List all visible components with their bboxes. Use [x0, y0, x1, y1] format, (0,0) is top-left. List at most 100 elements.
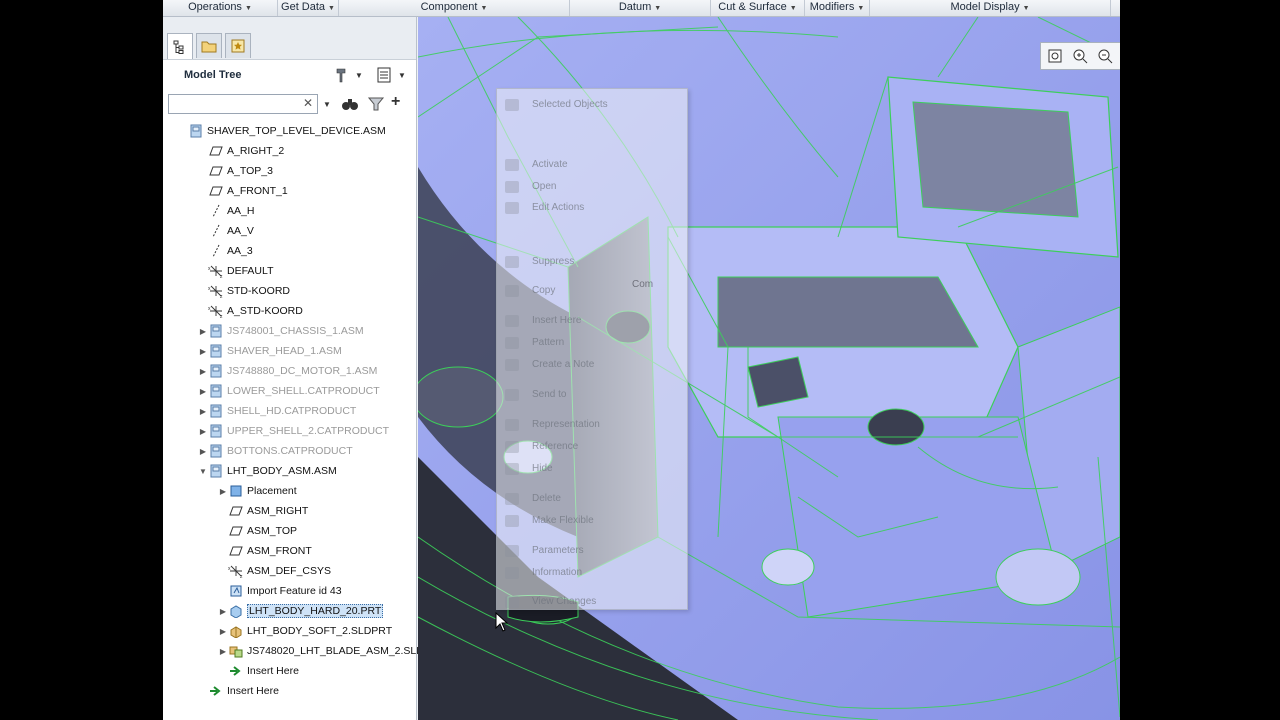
tree-item[interactable]: SHAVER_TOP_LEVEL_DEVICE.ASM — [178, 121, 386, 141]
expand-toggle-icon[interactable]: ▶ — [198, 347, 208, 356]
context-menu-item[interactable]: Selected Objects — [532, 99, 608, 110]
tree-show-button[interactable]: ▼ — [376, 64, 406, 86]
context-menu-item[interactable]: Copy — [532, 285, 555, 296]
context-menu-item[interactable]: Make Flexible — [532, 515, 594, 526]
tree-item-label: Insert Here — [247, 665, 299, 677]
context-menu-item[interactable]: Reference — [532, 441, 578, 452]
tree-item[interactable]: ▶ JS748020_LHT_BLADE_ASM_2.SLDASM — [218, 641, 447, 661]
refit-button[interactable] — [1043, 45, 1067, 67]
expand-toggle-icon[interactable]: ▶ — [218, 607, 228, 616]
assembly-icon — [208, 424, 224, 438]
tree-item[interactable]: ▶ LHT_BODY_HARD_20.PRT — [218, 601, 384, 621]
ribbon-group-cut-surface[interactable]: Cut & Surface ▼ — [711, 0, 805, 16]
tree-item[interactable]: x z ASM_DEF_CSYS — [218, 561, 331, 581]
chevron-down-icon: ▼ — [244, 5, 252, 12]
model-tree-title: Model Tree — [184, 69, 242, 81]
expand-toggle-icon[interactable]: ▶ — [198, 427, 208, 436]
tree-item[interactable]: AA_H — [198, 201, 254, 221]
tree-item[interactable]: AA_3 — [198, 241, 253, 261]
context-menu-item[interactable]: Insert Here — [532, 315, 581, 326]
tree-item[interactable]: Import Feature id 43 — [218, 581, 342, 601]
tree-item[interactable]: ▶ UPPER_SHELL_2.CATPRODUCT — [198, 421, 389, 441]
context-menu-item[interactable]: Suppress — [532, 256, 574, 267]
ribbon-group-component[interactable]: Component ▼ — [339, 0, 570, 16]
repaint-button[interactable] — [1118, 45, 1120, 67]
zoom-in-icon — [1073, 49, 1088, 64]
context-menu-item[interactable]: Create a Note — [532, 359, 594, 370]
ribbon-group-label: Datum — [618, 1, 652, 13]
ribbon-group-datum[interactable]: Datum ▼ — [570, 0, 711, 16]
context-menu-item-icon — [505, 359, 519, 371]
zoom-in-button[interactable] — [1068, 45, 1092, 67]
tree-search-input[interactable] — [168, 94, 318, 114]
tree-item[interactable]: ▶ SHAVER_HEAD_1.ASM — [198, 341, 342, 361]
tree-item[interactable]: ASM_FRONT — [218, 541, 312, 561]
tree-item-label: LOWER_SHELL.CATPRODUCT — [227, 385, 380, 397]
tree-item-label: A_RIGHT_2 — [227, 145, 285, 157]
tree-item[interactable]: ▶ BOTTONS.CATPRODUCT — [198, 441, 353, 461]
navigator-panel: Model Tree ▼ ▼ ✕ ▼ + SHAVER_TOP_LEVEL_DE… — [163, 17, 447, 720]
expand-toggle-icon[interactable]: ▶ — [198, 327, 208, 336]
tree-item[interactable]: ▶ SHELL_HD.CATPRODUCT — [198, 401, 356, 421]
tree-item[interactable]: ▶ LOWER_SHELL.CATPRODUCT — [198, 381, 380, 401]
tree-item[interactable]: Insert Here — [218, 661, 299, 681]
clear-icon[interactable]: ✕ — [303, 96, 313, 110]
filter-icon[interactable] — [368, 96, 384, 112]
expand-toggle-icon[interactable]: ▶ — [198, 367, 208, 376]
context-menu-item[interactable]: Delete — [532, 493, 561, 504]
tree-item[interactable]: ASM_TOP — [218, 521, 297, 541]
context-menu-item[interactable]: Pattern — [532, 337, 564, 348]
expand-toggle-icon[interactable]: ▼ — [198, 467, 208, 476]
tree-item[interactable]: AA_V — [198, 221, 254, 241]
tab-favorites[interactable] — [225, 33, 251, 58]
ribbon-group-get-data[interactable]: Get Data ▼ — [278, 0, 339, 16]
context-menu-item[interactable]: Open — [532, 181, 556, 192]
tree-item[interactable]: A_RIGHT_2 — [198, 141, 284, 161]
tree-item[interactable]: ▶ JS748880_DC_MOTOR_1.ASM — [198, 361, 377, 381]
tree-item[interactable]: x z A_STD-KOORD — [198, 301, 303, 321]
context-menu-item[interactable]: Activate — [532, 159, 568, 170]
context-menu-item[interactable]: Information — [532, 567, 582, 578]
tree-item-label: ASM_RIGHT — [247, 505, 309, 517]
context-menu-item[interactable]: Send to — [532, 389, 566, 400]
ribbon-group-modifiers[interactable]: Modifiers ▼ — [805, 0, 870, 16]
model-tree-header: Model Tree ▼ ▼ — [163, 60, 416, 90]
context-menu-item[interactable]: View Changes — [532, 596, 596, 607]
ribbon-group-operations[interactable]: Operations ▼ — [163, 0, 278, 16]
tree-settings-button[interactable]: ▼ — [333, 64, 363, 86]
creo-application: Operations ▼ Get Data ▼ Component ▼ Datum ▼ Cut … — [163, 0, 1120, 720]
context-menu-item-icon — [505, 463, 519, 475]
binoculars-icon[interactable] — [341, 96, 359, 112]
tree-item[interactable]: A_TOP_3 — [198, 161, 273, 181]
tab-model-tree[interactable] — [167, 33, 193, 59]
tree-item[interactable]: ▶ LHT_BODY_SOFT_2.SLDPRT — [218, 621, 392, 641]
view-toolbar: x — [1040, 42, 1120, 70]
expand-toggle-icon[interactable]: ▶ — [218, 627, 228, 636]
context-menu-item[interactable]: Edit Actions — [532, 202, 584, 213]
context-menu-item[interactable]: Representation — [532, 419, 600, 430]
ribbon-group-model-display[interactable]: Model Display ▼ — [870, 0, 1111, 16]
insert-arrow-icon — [208, 684, 224, 698]
expand-toggle-icon[interactable]: ▶ — [198, 447, 208, 456]
zoom-out-button[interactable] — [1093, 45, 1117, 67]
expand-toggle-icon[interactable]: ▶ — [198, 407, 208, 416]
svg-text:z: z — [220, 294, 223, 298]
tree-item[interactable]: ▶ Placement — [218, 481, 297, 501]
tree-item[interactable]: Insert Here — [198, 681, 279, 701]
context-menu-item[interactable]: Hide — [532, 463, 553, 474]
context-menu-item[interactable]: Parameters — [532, 545, 584, 556]
refit-icon — [1048, 49, 1062, 63]
search-history-dropdown[interactable]: ▼ — [323, 100, 331, 109]
tree-item[interactable]: x z STD-KOORD — [198, 281, 290, 301]
tab-folder-browser[interactable] — [196, 33, 222, 58]
tree-item[interactable]: ASM_RIGHT — [218, 501, 308, 521]
expand-toggle-icon[interactable]: ▶ — [218, 487, 228, 496]
add-column-icon[interactable]: + — [391, 93, 400, 111]
tree-item[interactable]: A_FRONT_1 — [198, 181, 288, 201]
context-menu-item-icon — [505, 596, 519, 608]
expand-toggle-icon[interactable]: ▶ — [218, 647, 228, 656]
tree-item[interactable]: x z DEFAULT — [198, 261, 273, 281]
expand-toggle-icon[interactable]: ▶ — [198, 387, 208, 396]
tree-item[interactable]: ▼ LHT_BODY_ASM.ASM — [198, 461, 337, 481]
tree-item[interactable]: ▶ JS748001_CHASSIS_1.ASM — [198, 321, 364, 341]
